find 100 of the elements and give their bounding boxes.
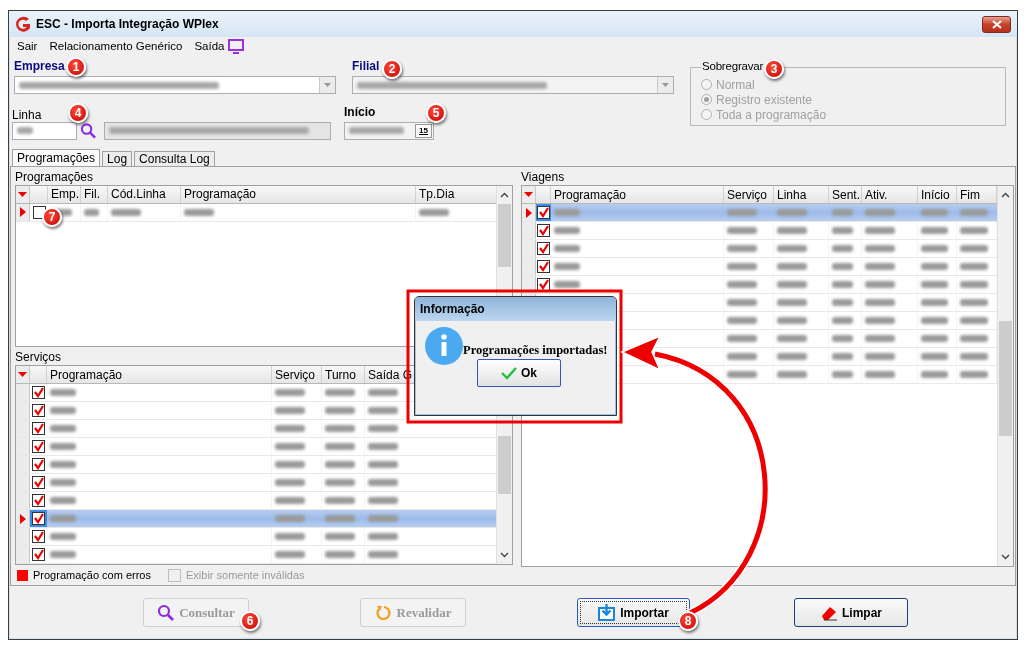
blurred-text: [275, 407, 305, 415]
ok-button[interactable]: Ok: [477, 359, 561, 387]
blurred-text: [777, 263, 807, 270]
column-header[interactable]: Turno: [322, 366, 365, 384]
dialog-title: Informação: [415, 297, 616, 321]
monitor-icon[interactable]: [228, 38, 245, 54]
date-field[interactable]: 15: [344, 121, 434, 140]
scroll-down-icon[interactable]: [500, 552, 509, 559]
blurred-text: [832, 245, 853, 252]
checkbox[interactable]: [32, 458, 45, 472]
scroll-up-icon[interactable]: [500, 191, 509, 198]
scroll-up-icon[interactable]: [1001, 192, 1010, 198]
blurred-text: [325, 515, 355, 523]
blurred-text: [865, 299, 895, 306]
scroll-thumb[interactable]: [999, 321, 1012, 436]
blurred-text: [325, 407, 355, 415]
column-header[interactable]: Emp.: [48, 185, 81, 203]
blurred-text: [50, 533, 76, 541]
field-label: Início: [344, 104, 376, 121]
column-header[interactable]: Programação: [181, 185, 416, 203]
action-button[interactable]: Limpar: [794, 598, 908, 627]
blurred-text: [325, 425, 355, 433]
column-header[interactable]: Fil.: [81, 185, 108, 203]
blurred-text: [960, 281, 988, 288]
blurred-text: [832, 281, 853, 288]
blurred-text: [777, 317, 807, 324]
blurred-text: [368, 551, 398, 559]
section-title: Serviços: [15, 349, 61, 366]
blurred-text: [368, 479, 398, 487]
blurred-text: [368, 461, 398, 469]
checkbox[interactable]: [32, 476, 45, 490]
sort-menu-icon[interactable]: [18, 191, 27, 197]
blurred-text: [325, 497, 355, 505]
app-logo-icon: [14, 15, 31, 33]
sort-menu-icon[interactable]: [18, 372, 27, 378]
blurred-text: [325, 551, 355, 559]
blurred-text: [368, 515, 398, 523]
blurred-text: [275, 479, 305, 487]
checkbox[interactable]: [32, 440, 45, 454]
column-header[interactable]: Ativ.: [862, 186, 918, 203]
checkbox[interactable]: [32, 404, 45, 418]
row-selector[interactable]: [16, 510, 30, 528]
column-header[interactable]: Serviço: [724, 186, 774, 203]
tab[interactable]: Consulta Log: [134, 151, 215, 166]
checkbox[interactable]: [32, 548, 45, 562]
checkbox[interactable]: [537, 242, 550, 255]
column-header[interactable]: Início: [918, 186, 957, 203]
blurred-text: [960, 371, 988, 378]
blurred-text: [921, 227, 948, 234]
scroll-thumb[interactable]: [498, 203, 511, 267]
menu-item[interactable]: Sair: [17, 40, 38, 52]
search-icon[interactable]: [80, 122, 96, 139]
blurred-text: [184, 208, 214, 216]
checkbox[interactable]: [537, 206, 550, 219]
checkbox[interactable]: [32, 205, 46, 219]
checkbox[interactable]: [32, 494, 45, 508]
blurred-text: [960, 317, 988, 324]
checkbox[interactable]: [32, 530, 45, 544]
blurred-text: [777, 245, 807, 252]
column-header[interactable]: Serviço: [272, 366, 322, 384]
company-dropdown[interactable]: [14, 76, 336, 94]
row-selector[interactable]: [522, 204, 536, 221]
scroll-down-icon[interactable]: [1001, 554, 1010, 560]
column-header[interactable]: Cód.Linha: [108, 185, 181, 203]
scrollbar[interactable]: [997, 186, 1013, 566]
window-title: ESC - Importa Integração WPlex: [36, 17, 219, 31]
blurred-text: [921, 245, 948, 252]
dialog-message: Programações importadas!: [463, 342, 608, 358]
blurred-text: [368, 443, 398, 451]
close-button[interactable]: [982, 15, 1011, 33]
branch-dropdown[interactable]: [352, 76, 674, 94]
blurred-text: [727, 209, 757, 216]
column-header[interactable]: Sent.: [829, 186, 862, 203]
tab[interactable]: Programações: [12, 149, 101, 166]
blurred-text: [865, 263, 895, 270]
blurred-text: [921, 209, 948, 216]
blurred-text: [960, 227, 988, 234]
blurred-text: [111, 208, 141, 216]
line-code-field[interactable]: [12, 121, 77, 140]
blurred-text: [349, 127, 404, 134]
blurred-text: [727, 371, 757, 378]
blurred-text: [960, 353, 988, 360]
blurred-text: [17, 127, 33, 134]
calendar-button[interactable]: 15: [415, 123, 432, 138]
tab[interactable]: Log: [102, 151, 133, 166]
checkbox[interactable]: [32, 422, 45, 436]
column-header[interactable]: Programação: [47, 366, 272, 384]
column-header[interactable]: Linha: [774, 186, 829, 203]
blurred-text: [275, 461, 305, 469]
checkbox[interactable]: [32, 386, 45, 400]
scroll-thumb[interactable]: [498, 436, 511, 495]
search-icon: [157, 604, 175, 621]
menu-item[interactable]: Saída: [194, 40, 225, 52]
checkbox[interactable]: [537, 260, 550, 273]
menu-item[interactable]: Relacionamento Genérico: [49, 40, 183, 52]
checkbox[interactable]: [32, 512, 45, 526]
checkbox[interactable]: [537, 224, 550, 237]
sort-menu-icon[interactable]: [524, 192, 533, 197]
field-label: Empresa: [14, 59, 65, 75]
column-header[interactable]: Programação: [551, 186, 724, 203]
